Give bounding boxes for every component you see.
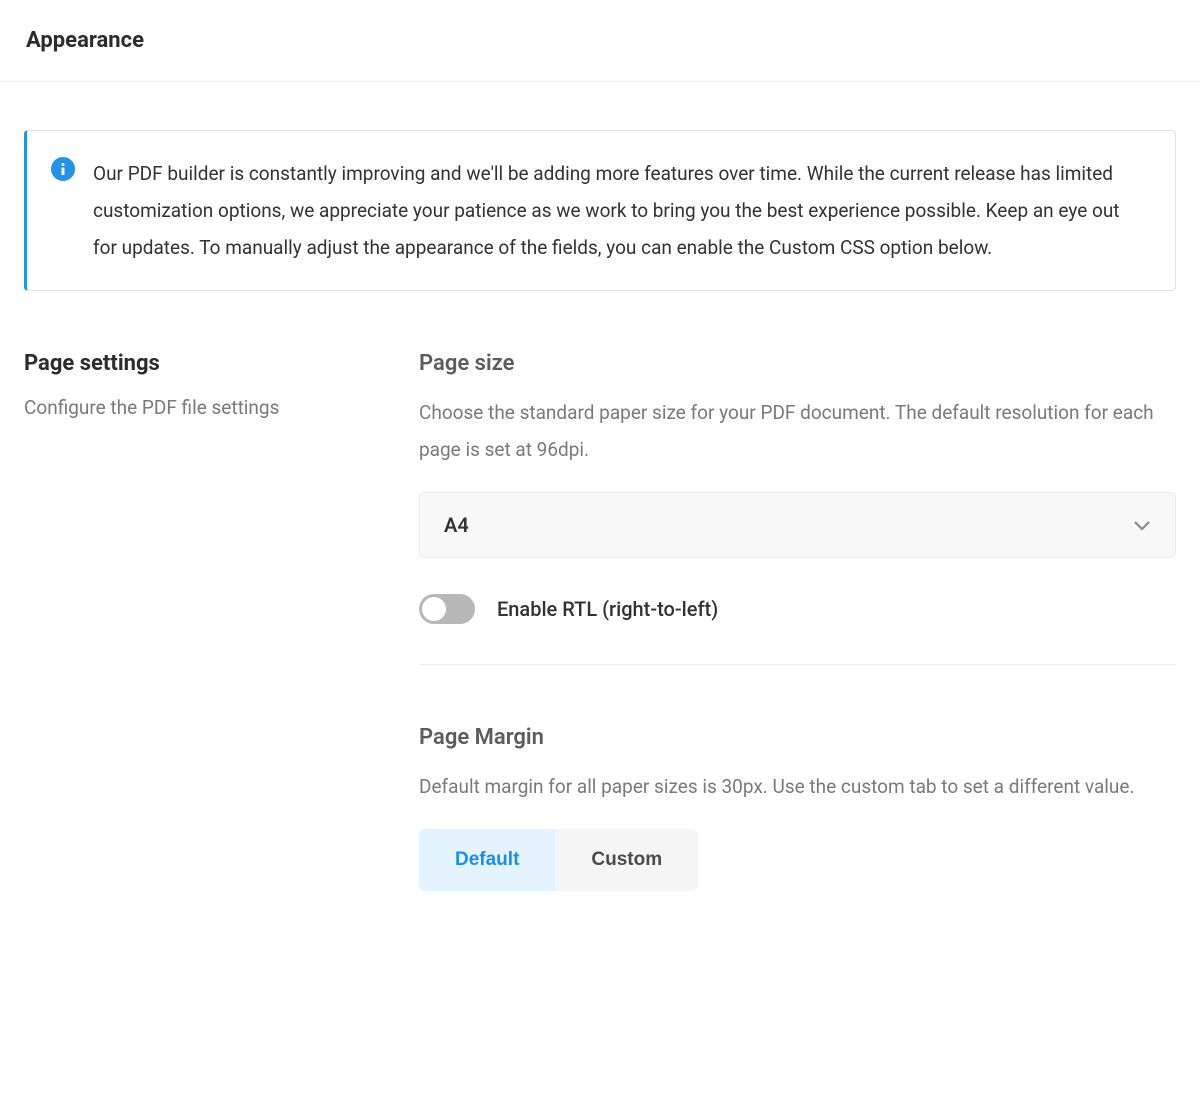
- rtl-toggle-row: Enable RTL (right-to-left): [419, 594, 1176, 624]
- section-right: Page size Choose the standard paper size…: [419, 351, 1176, 927]
- page-size-select[interactable]: A4: [419, 492, 1176, 558]
- page-header: Appearance: [0, 0, 1200, 82]
- toggle-knob: [422, 597, 446, 621]
- info-text: Our PDF builder is constantly improving …: [93, 155, 1147, 266]
- section-title: Page settings: [24, 351, 419, 376]
- margin-tab-group: Default Custom: [419, 829, 698, 891]
- section-left: Page settings Configure the PDF file set…: [24, 351, 419, 927]
- page-content: Our PDF builder is constantly improving …: [0, 82, 1200, 987]
- rtl-toggle[interactable]: [419, 594, 475, 624]
- tab-custom[interactable]: Custom: [555, 829, 698, 891]
- page-size-field: Page size Choose the standard paper size…: [419, 351, 1176, 624]
- page-size-label: Page size: [419, 351, 1176, 376]
- page-margin-description: Default margin for all paper sizes is 30…: [419, 768, 1176, 805]
- page-title: Appearance: [26, 28, 1174, 53]
- info-banner: Our PDF builder is constantly improving …: [24, 130, 1176, 291]
- section-subtitle: Configure the PDF file settings: [24, 394, 419, 423]
- page-margin-field: Page Margin Default margin for all paper…: [419, 725, 1176, 891]
- page-margin-label: Page Margin: [419, 725, 1176, 750]
- page-size-value: A4: [444, 513, 469, 537]
- page-size-description: Choose the standard paper size for your …: [419, 394, 1176, 468]
- rtl-toggle-label: Enable RTL (right-to-left): [497, 597, 718, 621]
- chevron-down-icon: [1133, 516, 1151, 535]
- tab-default[interactable]: Default: [419, 829, 555, 891]
- info-icon: [51, 157, 75, 181]
- settings-section: Page settings Configure the PDF file set…: [24, 351, 1176, 927]
- divider: [419, 664, 1176, 665]
